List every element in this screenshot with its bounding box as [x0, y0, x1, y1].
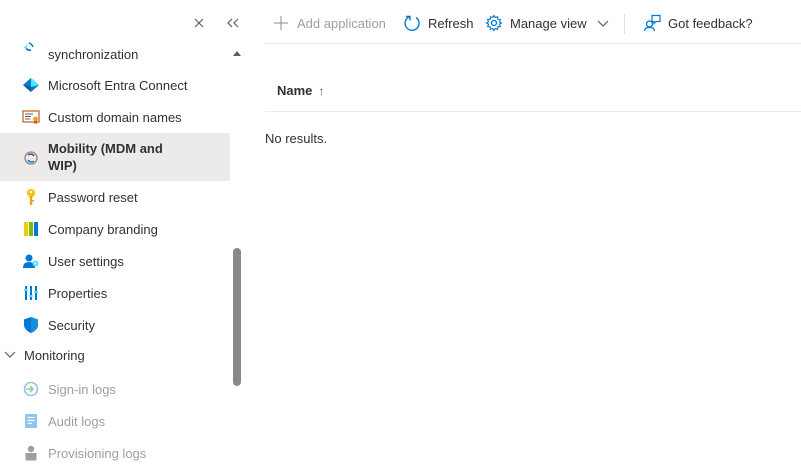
main-content: Add application Refresh Manage view Got …	[265, 0, 801, 471]
sort-ascending-icon: ↑	[318, 83, 325, 98]
scroll-thumb[interactable]	[233, 248, 241, 386]
feedback-button[interactable]: Got feedback?	[643, 13, 753, 33]
entra-connect-icon	[22, 76, 40, 94]
sidebar-item-label-line2: WIP)	[48, 158, 77, 173]
collapse-sidebar-icon[interactable]	[224, 14, 242, 32]
sidebar-item-label: Microsoft Entra Connect	[48, 78, 188, 93]
properties-icon	[22, 284, 40, 302]
gear-icon	[485, 14, 503, 32]
sidebar-item-label: User settings	[48, 254, 124, 269]
manage-view-button[interactable]: Manage view	[485, 13, 609, 33]
sidebar-item-password-reset[interactable]: Password reset	[0, 181, 230, 213]
sidebar-item-provisioning-logs[interactable]: Provisioning logs	[0, 437, 230, 469]
sidebar: synchronization Microsoft Entra Connect …	[0, 0, 244, 471]
sidebar-item-label-line1: Mobility (MDM and	[48, 141, 163, 156]
sidebar-item-label: Company branding	[48, 222, 158, 237]
domain-certificate-icon	[22, 108, 40, 126]
chevron-down-icon	[597, 18, 609, 28]
branding-icon	[22, 220, 40, 238]
sidebar-item-custom-domain-names[interactable]: Custom domain names	[0, 101, 230, 133]
sidebar-item-audit-logs[interactable]: Audit logs	[0, 405, 230, 437]
sign-in-icon	[22, 380, 40, 398]
sidebar-item-label: synchronization	[48, 47, 139, 62]
group-monitoring[interactable]: Monitoring	[0, 342, 230, 368]
close-icon[interactable]	[190, 14, 208, 32]
sidebar-item-mobility[interactable]: Mobility (MDM and WIP)	[0, 133, 230, 181]
refresh-button[interactable]: Refresh	[403, 13, 474, 33]
sidebar-item-company-branding[interactable]: Company branding	[0, 213, 230, 245]
sidebar-scrollbar[interactable]	[231, 44, 243, 471]
provisioning-icon	[22, 444, 40, 462]
sidebar-item-label: Custom domain names	[48, 110, 182, 125]
column-name-label: Name	[277, 83, 313, 98]
refresh-label: Refresh	[428, 15, 474, 31]
group-label: Monitoring	[24, 347, 85, 363]
sidebar-item-properties[interactable]: Properties	[0, 277, 230, 309]
sidebar-item-label: Password reset	[48, 190, 138, 205]
sidebar-item-entra-connect[interactable]: Microsoft Entra Connect	[0, 69, 230, 101]
empty-state-text: No results.	[265, 131, 328, 146]
sidebar-item-label: Sign-in logs	[48, 382, 116, 397]
sidebar-item-label: Audit logs	[48, 414, 106, 429]
sidebar-item-label: Security	[48, 318, 95, 333]
sidebar-item-user-settings[interactable]: User settings	[0, 245, 230, 277]
sidebar-item-synchronization[interactable]: synchronization	[0, 36, 230, 68]
scroll-up-arrow-icon[interactable]	[232, 46, 242, 56]
mobility-icon	[22, 149, 40, 167]
refresh-icon	[403, 14, 421, 32]
sidebar-item-security[interactable]: Security	[0, 309, 230, 341]
shield-icon	[22, 316, 40, 334]
key-icon	[22, 188, 40, 206]
sidebar-item-label: Properties	[48, 286, 108, 301]
audit-log-icon	[22, 412, 40, 430]
grid-header: Name ↑	[265, 70, 801, 112]
sidebar-item-label: Provisioning logs	[48, 446, 147, 461]
add-application-button[interactable]: Add application	[272, 13, 386, 33]
sidebar-item-sign-in-logs[interactable]: Sign-in logs	[0, 373, 230, 405]
plus-icon	[272, 14, 290, 32]
column-header-name[interactable]: Name ↑	[277, 83, 324, 98]
feedback-icon	[643, 14, 661, 32]
feedback-label: Got feedback?	[668, 15, 753, 31]
command-bar: Add application Refresh Manage view Got …	[265, 0, 801, 44]
user-settings-icon	[22, 252, 40, 270]
toolbar-separator	[624, 14, 625, 34]
manage-view-label: Manage view	[510, 15, 587, 31]
chevron-down-icon	[3, 348, 17, 362]
sync-icon	[22, 38, 40, 56]
add-application-label: Add application	[297, 15, 386, 31]
